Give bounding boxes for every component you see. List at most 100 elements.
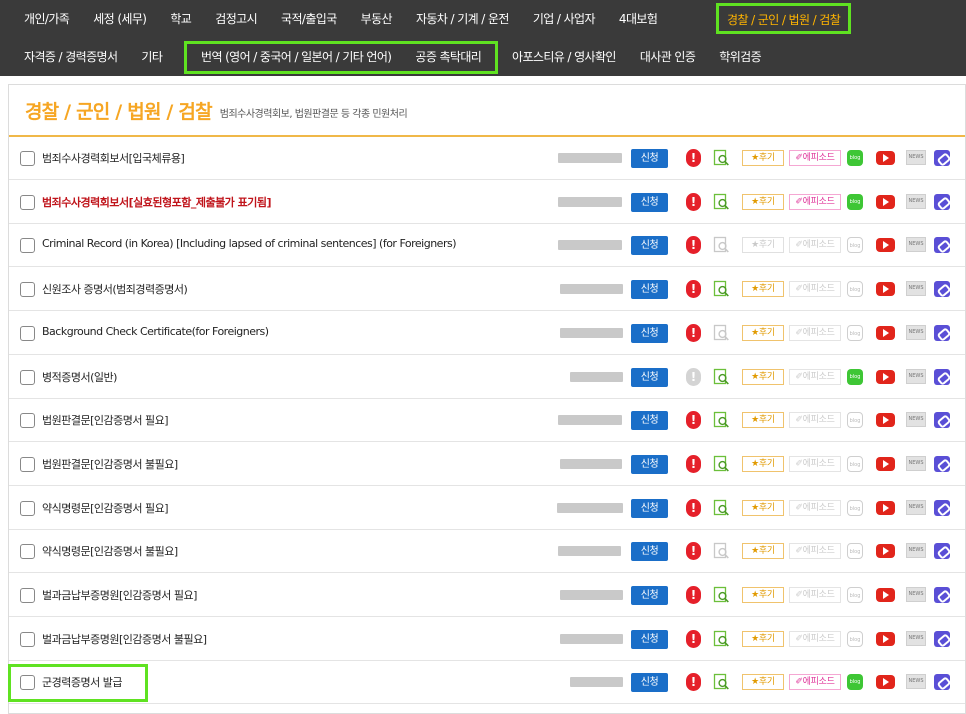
apply-button[interactable]: 신청 bbox=[631, 586, 668, 605]
document-search-icon[interactable] bbox=[713, 411, 730, 429]
review-button[interactable]: ★후기 bbox=[742, 325, 784, 341]
blog-icon[interactable]: blog bbox=[847, 369, 863, 385]
apply-button[interactable]: 신청 bbox=[631, 236, 668, 255]
episode-button[interactable]: ✐에피소드 bbox=[789, 631, 841, 647]
blog-icon[interactable]: blog bbox=[847, 631, 863, 647]
row-checkbox[interactable] bbox=[20, 501, 35, 516]
youtube-icon[interactable] bbox=[876, 413, 895, 427]
youtube-icon[interactable] bbox=[876, 326, 895, 340]
review-button[interactable]: ★후기 bbox=[742, 456, 784, 472]
alert-icon[interactable]: ! bbox=[686, 586, 701, 604]
episode-button[interactable]: ✐에피소드 bbox=[789, 150, 841, 166]
alert-icon[interactable]: ! bbox=[686, 324, 701, 342]
news-icon[interactable]: NEWS bbox=[906, 237, 926, 252]
youtube-icon[interactable] bbox=[876, 588, 895, 602]
row-checkbox[interactable] bbox=[20, 632, 35, 647]
link-icon[interactable] bbox=[934, 150, 950, 166]
alert-icon[interactable]: ! bbox=[686, 280, 701, 298]
document-search-icon[interactable] bbox=[713, 455, 730, 473]
apply-button[interactable]: 신청 bbox=[631, 542, 668, 561]
nav-item[interactable]: 학교 bbox=[158, 0, 203, 38]
apply-button[interactable]: 신청 bbox=[631, 411, 668, 430]
apply-button[interactable]: 신청 bbox=[631, 193, 668, 212]
youtube-icon[interactable] bbox=[876, 151, 895, 165]
row-checkbox[interactable] bbox=[20, 413, 35, 428]
alert-icon[interactable]: ! bbox=[686, 193, 701, 211]
news-icon[interactable]: NEWS bbox=[906, 194, 926, 209]
nav-item[interactable]: 공증 촉탁대리 bbox=[403, 44, 493, 71]
nav-item[interactable]: 세정 (세무) bbox=[81, 0, 158, 38]
review-button[interactable]: ★후기 bbox=[742, 281, 784, 297]
youtube-icon[interactable] bbox=[876, 632, 895, 646]
document-search-icon[interactable] bbox=[713, 324, 730, 342]
blog-icon[interactable]: blog bbox=[847, 456, 863, 472]
document-search-icon[interactable] bbox=[713, 542, 730, 560]
link-icon[interactable] bbox=[934, 456, 950, 472]
document-search-icon[interactable] bbox=[713, 149, 730, 167]
review-button[interactable]: ★후기 bbox=[742, 674, 784, 690]
alert-icon[interactable]: ! bbox=[686, 673, 701, 691]
news-icon[interactable]: NEWS bbox=[906, 456, 926, 471]
row-checkbox[interactable] bbox=[20, 370, 35, 385]
nav-item[interactable]: 번역 (영어 / 중국어 / 일본어 / 기타 언어) bbox=[189, 44, 403, 71]
blog-icon[interactable]: blog bbox=[847, 194, 863, 210]
link-icon[interactable] bbox=[934, 543, 950, 559]
document-search-icon[interactable] bbox=[713, 586, 730, 604]
apply-button[interactable]: 신청 bbox=[631, 673, 668, 692]
alert-icon[interactable]: ! bbox=[686, 149, 701, 167]
blog-icon[interactable]: blog bbox=[847, 674, 863, 690]
document-search-icon[interactable] bbox=[713, 499, 730, 517]
episode-button[interactable]: ✐에피소드 bbox=[789, 412, 841, 428]
link-icon[interactable] bbox=[934, 500, 950, 516]
link-icon[interactable] bbox=[934, 194, 950, 210]
blog-icon[interactable]: blog bbox=[847, 543, 863, 559]
episode-button[interactable]: ✐에피소드 bbox=[789, 237, 841, 253]
blog-icon[interactable]: blog bbox=[847, 325, 863, 341]
news-icon[interactable]: NEWS bbox=[906, 500, 926, 515]
youtube-icon[interactable] bbox=[876, 544, 895, 558]
link-icon[interactable] bbox=[934, 412, 950, 428]
episode-button[interactable]: ✐에피소드 bbox=[789, 281, 841, 297]
alert-icon[interactable]: ! bbox=[686, 542, 701, 560]
alert-icon[interactable]: ! bbox=[686, 236, 701, 254]
nav-item[interactable]: 아포스티유 / 영사확인 bbox=[500, 38, 628, 76]
row-checkbox[interactable] bbox=[20, 151, 35, 166]
review-button[interactable]: ★후기 bbox=[742, 194, 784, 210]
apply-button[interactable]: 신청 bbox=[631, 280, 668, 299]
row-checkbox[interactable] bbox=[20, 588, 35, 603]
nav-item[interactable]: 자격증 / 경력증명서 bbox=[12, 38, 129, 76]
nav-item[interactable]: 기타 bbox=[129, 38, 174, 76]
nav-item[interactable]: 검정고시 bbox=[203, 0, 269, 38]
news-icon[interactable]: NEWS bbox=[906, 281, 926, 296]
nav-item-police-military-court[interactable]: 경찰 / 군인 / 법원 / 검찰 bbox=[716, 3, 852, 34]
youtube-icon[interactable] bbox=[876, 370, 895, 384]
document-search-icon[interactable] bbox=[713, 193, 730, 211]
review-button[interactable]: ★후기 bbox=[742, 500, 784, 516]
review-button[interactable]: ★후기 bbox=[742, 369, 784, 385]
episode-button[interactable]: ✐에피소드 bbox=[789, 325, 841, 341]
blog-icon[interactable]: blog bbox=[847, 281, 863, 297]
news-icon[interactable]: NEWS bbox=[906, 631, 926, 646]
news-icon[interactable]: NEWS bbox=[906, 543, 926, 558]
youtube-icon[interactable] bbox=[876, 282, 895, 296]
link-icon[interactable] bbox=[934, 325, 950, 341]
news-icon[interactable]: NEWS bbox=[906, 150, 926, 165]
review-button[interactable]: ★후기 bbox=[742, 631, 784, 647]
episode-button[interactable]: ✐에피소드 bbox=[789, 543, 841, 559]
blog-icon[interactable]: blog bbox=[847, 150, 863, 166]
row-checkbox[interactable] bbox=[20, 457, 35, 472]
nav-item[interactable]: 학위검증 bbox=[707, 38, 773, 76]
nav-item[interactable]: 대사관 인증 bbox=[628, 38, 707, 76]
episode-button[interactable]: ✐에피소드 bbox=[789, 587, 841, 603]
document-search-icon[interactable] bbox=[713, 630, 730, 648]
nav-item[interactable]: 국적/출입국 bbox=[269, 0, 349, 38]
news-icon[interactable]: NEWS bbox=[906, 587, 926, 602]
document-search-icon[interactable] bbox=[713, 280, 730, 298]
episode-button[interactable]: ✐에피소드 bbox=[789, 369, 841, 385]
news-icon[interactable]: NEWS bbox=[906, 325, 926, 340]
review-button[interactable]: ★후기 bbox=[742, 150, 784, 166]
link-icon[interactable] bbox=[934, 369, 950, 385]
news-icon[interactable]: NEWS bbox=[906, 369, 926, 384]
apply-button[interactable]: 신청 bbox=[631, 455, 668, 474]
apply-button[interactable]: 신청 bbox=[631, 499, 668, 518]
